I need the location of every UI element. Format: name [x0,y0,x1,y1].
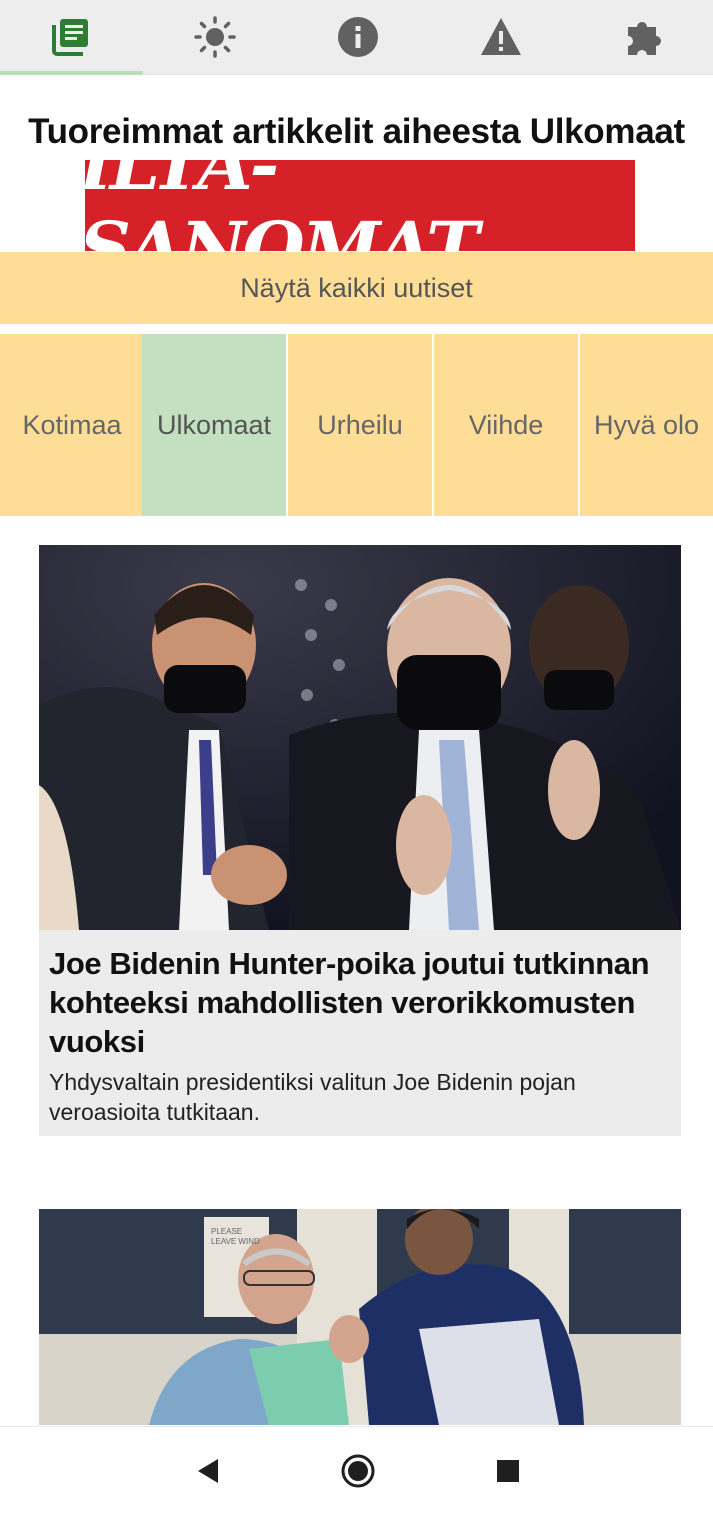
category-hyva-olo[interactable]: Hyvä olo [580,334,713,516]
logo-wordmark: ILTA-SANOMAT [85,160,479,251]
category-viihde[interactable]: Viihde [434,334,578,516]
tab-brightness[interactable] [143,0,286,74]
article-card[interactable]: PLEASE LEAVE WIND [39,1209,681,1425]
article-description: Yhdysvaltain presidentiksi valitun Joe B… [49,1069,576,1125]
brightness-icon [193,16,236,58]
category-tabs: Kotimaa Ulkomaat Urheilu Viihde Hyvä olo [0,334,713,516]
article-card[interactable]: Joe Bidenin Hunter-poika joutui tutkinna… [39,545,681,1136]
ilta-sanomat-logo: ILTA-SANOMAT [85,160,635,251]
page-title: Tuoreimmat artikkelit aiheesta Ulkomaat [28,112,685,151]
back-icon[interactable] [190,1453,226,1489]
show-all-news-button[interactable]: Näytä kaikki uutiset [0,252,713,324]
category-urheilu[interactable]: Urheilu [288,334,432,516]
home-icon[interactable] [340,1453,376,1489]
top-toolbar [0,0,713,75]
tab-info[interactable] [286,0,429,74]
puzzle-icon [627,22,661,55]
article-photo: PLEASE LEAVE WIND [39,1209,681,1425]
tab-extensions[interactable] [572,0,713,74]
newspaper-icon [51,19,88,56]
category-kotimaa[interactable]: Kotimaa [0,334,144,516]
recents-icon[interactable] [490,1453,526,1489]
tab-news[interactable] [0,0,143,75]
article-photo-illustration [39,545,681,930]
system-navigation-bar [0,1426,713,1513]
tab-warning[interactable] [429,0,572,74]
article-title[interactable]: Joe Bidenin Hunter-poika joutui tutkinna… [49,944,671,1061]
sign-text: PLEASE LEAVE WIND [211,1227,260,1246]
article-photo [39,545,681,930]
warning-icon [480,18,521,55]
category-ulkomaat[interactable]: Ulkomaat [142,334,286,516]
article-photo-illustration [39,1209,681,1425]
info-icon [337,17,378,57]
